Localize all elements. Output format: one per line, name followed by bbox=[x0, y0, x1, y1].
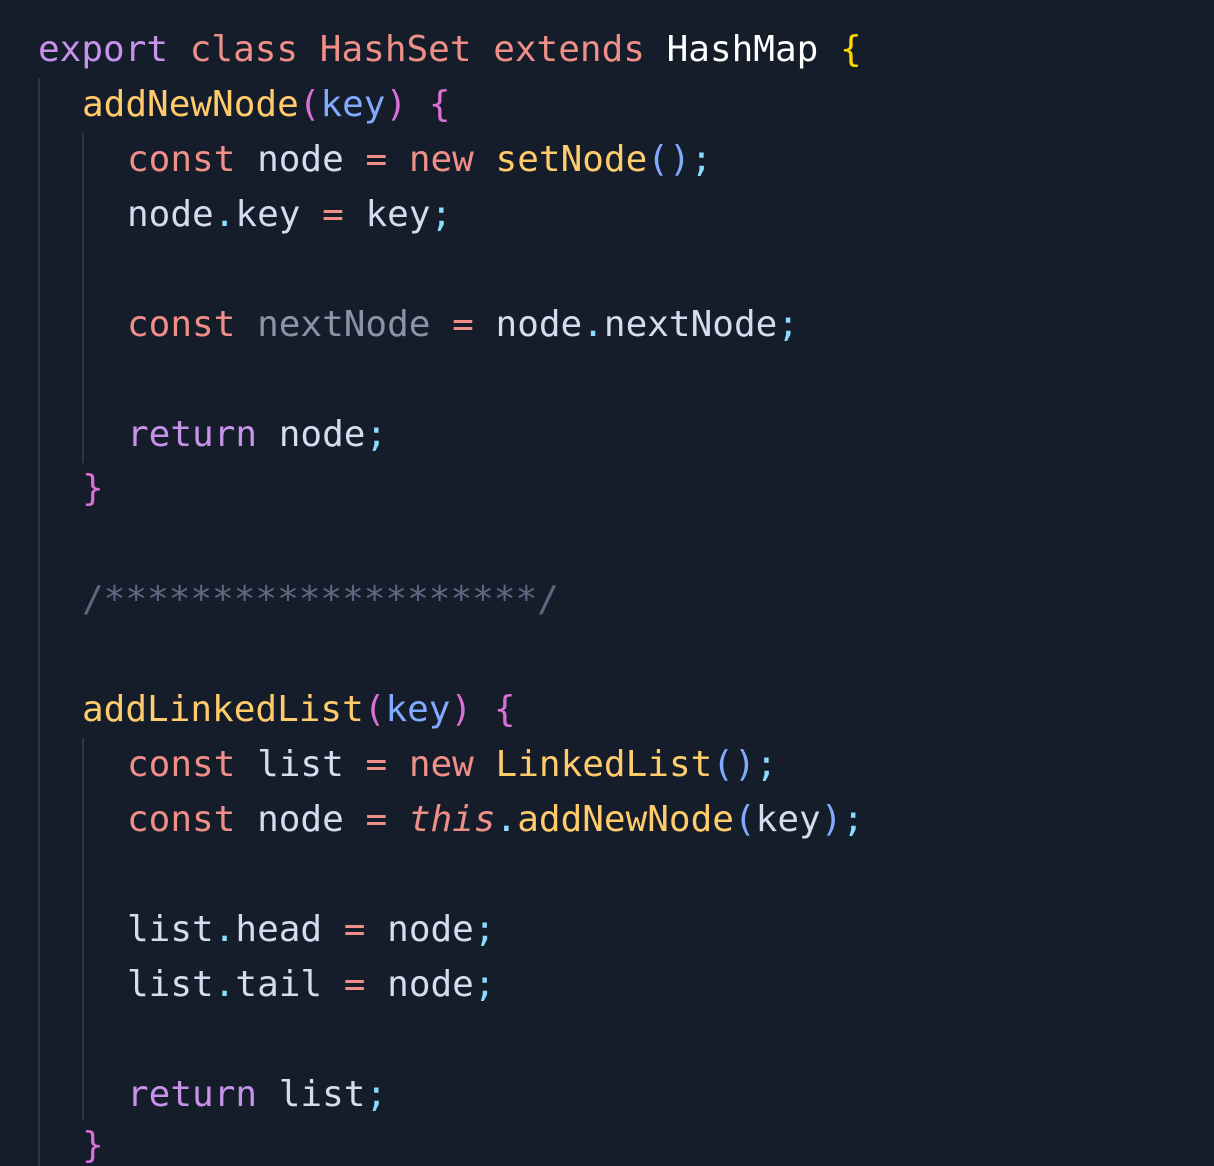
code-line-11: /********************/ bbox=[82, 580, 559, 620]
close-paren: ) bbox=[385, 84, 408, 125]
code-line-2: addNewNode(key) { bbox=[82, 85, 451, 125]
parens: () bbox=[647, 139, 691, 180]
variable-name: node bbox=[257, 139, 344, 180]
param-key: key bbox=[320, 84, 386, 125]
assign-operator: = bbox=[343, 964, 366, 1005]
class-open-brace: { bbox=[840, 29, 862, 70]
object-name: list bbox=[127, 909, 214, 950]
semicolon: ; bbox=[842, 799, 865, 840]
variable-name: list bbox=[257, 744, 344, 785]
variable-name-unused: nextNode bbox=[257, 304, 431, 345]
value-name: node bbox=[387, 964, 474, 1005]
code-line-20: return list; bbox=[127, 1075, 387, 1115]
dot: . bbox=[213, 909, 236, 950]
class-name: HashSet bbox=[319, 29, 472, 70]
open-paren: ( bbox=[298, 84, 321, 125]
param-key: key bbox=[385, 689, 451, 730]
method-call-name: addNewNode bbox=[517, 799, 734, 840]
close-paren: ) bbox=[450, 689, 473, 730]
property-name: head bbox=[235, 909, 323, 950]
property-name: nextNode bbox=[603, 304, 778, 345]
code-line-1: export class HashSet extends HashMap { bbox=[38, 30, 862, 70]
keyword-const: const bbox=[127, 799, 236, 840]
code-line-14: const list = new LinkedList(); bbox=[127, 745, 777, 785]
object-name: node bbox=[495, 304, 583, 345]
value-name: key bbox=[365, 194, 431, 235]
method-close-brace: } bbox=[82, 1125, 104, 1166]
semicolon: ; bbox=[690, 139, 713, 180]
assign-operator: = bbox=[365, 744, 388, 785]
dot: . bbox=[495, 799, 518, 840]
code-line-4: node.key = key; bbox=[127, 195, 452, 235]
constructor-name: setNode bbox=[495, 139, 648, 180]
semicolon: ; bbox=[777, 304, 799, 345]
semicolon: ; bbox=[430, 194, 453, 235]
parens: () bbox=[712, 744, 756, 785]
semicolon: ; bbox=[755, 744, 778, 785]
assign-operator: = bbox=[343, 909, 366, 950]
code-line-15: const node = this.addNewNode(key); bbox=[127, 800, 864, 840]
code-line-13: addLinkedList(key) { bbox=[82, 690, 516, 730]
keyword-const: const bbox=[127, 139, 236, 180]
code-line-6: const nextNode = node.nextNode; bbox=[127, 305, 799, 345]
semicolon: ; bbox=[365, 414, 388, 455]
dot: . bbox=[582, 304, 604, 345]
method-close-brace: } bbox=[82, 468, 104, 509]
code-line-3: const node = new setNode(); bbox=[127, 140, 712, 180]
keyword-new: new bbox=[408, 139, 474, 180]
dot: . bbox=[213, 194, 236, 235]
dot: . bbox=[213, 964, 236, 1005]
assign-operator: = bbox=[452, 304, 474, 345]
keyword-const: const bbox=[127, 744, 236, 785]
semicolon: ; bbox=[473, 909, 496, 950]
semicolon: ; bbox=[473, 964, 496, 1005]
open-paren: ( bbox=[363, 689, 386, 730]
property-name: key bbox=[235, 194, 301, 235]
method-open-brace: { bbox=[493, 689, 516, 730]
code-line-21: } bbox=[82, 1126, 104, 1166]
method-name-addnewnode: addNewNode bbox=[82, 84, 299, 125]
code-line-17: list.head = node; bbox=[127, 910, 496, 950]
keyword-return: return bbox=[127, 414, 258, 455]
keyword-class: class bbox=[189, 29, 299, 70]
constructor-name: LinkedList bbox=[495, 744, 713, 785]
value-name: node bbox=[387, 909, 474, 950]
assign-operator: = bbox=[365, 139, 388, 180]
property-name: tail bbox=[235, 964, 323, 1005]
keyword-export: export bbox=[38, 29, 169, 70]
code-line-9: } bbox=[82, 469, 104, 509]
parent-class-name: HashMap bbox=[666, 29, 819, 70]
argument-key: key bbox=[755, 799, 821, 840]
keyword-this: this bbox=[408, 799, 496, 840]
semicolon: ; bbox=[365, 1074, 388, 1115]
code-editor[interactable]: export class HashSet extends HashMap { a… bbox=[0, 0, 1214, 1166]
return-value: list bbox=[278, 1074, 366, 1115]
assign-operator: = bbox=[365, 799, 388, 840]
object-name: list bbox=[127, 964, 214, 1005]
code-line-8: return node; bbox=[127, 415, 387, 455]
return-value: node bbox=[278, 414, 366, 455]
variable-name: node bbox=[257, 799, 344, 840]
keyword-const: const bbox=[127, 304, 236, 345]
comment: /********************/ bbox=[82, 579, 559, 620]
code-line-18: list.tail = node; bbox=[127, 965, 496, 1005]
method-name-addlinkedlist: addLinkedList bbox=[82, 689, 364, 730]
indent-guide-method-2 bbox=[82, 738, 84, 1120]
assign-operator: = bbox=[322, 194, 344, 235]
indent-guide-method-1 bbox=[82, 133, 84, 463]
open-paren: ( bbox=[733, 799, 756, 840]
keyword-return: return bbox=[127, 1074, 258, 1115]
method-open-brace: { bbox=[428, 84, 451, 125]
indent-guide-class bbox=[38, 78, 40, 1166]
close-paren: ) bbox=[820, 799, 843, 840]
object-name: node bbox=[127, 194, 214, 235]
keyword-extends: extends bbox=[493, 29, 645, 70]
keyword-new: new bbox=[408, 744, 474, 785]
